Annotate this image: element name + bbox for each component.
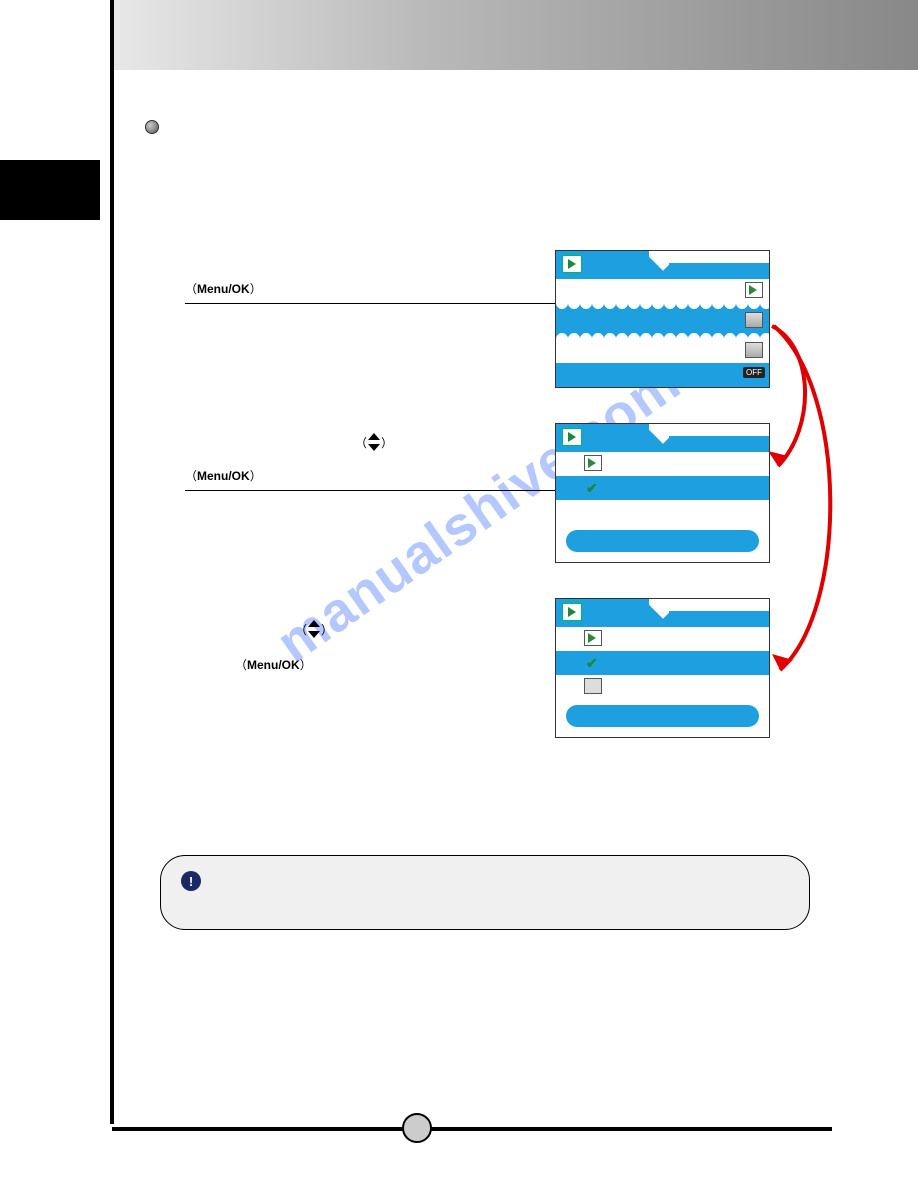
check-icon: ✔ xyxy=(586,655,598,672)
footer-rule xyxy=(112,1127,832,1131)
lock-icon xyxy=(584,678,602,694)
slideshow-icon xyxy=(584,630,602,646)
margin-rule xyxy=(110,0,114,1124)
screen-3: ✔ xyxy=(555,598,770,738)
slideshow-icon xyxy=(745,282,763,298)
arrow-1-to-3-icon xyxy=(768,320,846,683)
menu-ok-label: Menu/OK xyxy=(247,658,300,672)
chapter-tab xyxy=(0,160,100,220)
menu-ok-label: Menu/OK xyxy=(197,469,250,483)
up-down-arrow-icon xyxy=(307,620,321,638)
info-icon: ! xyxy=(181,871,201,891)
slideshow-icon xyxy=(584,455,602,471)
note-box: ! xyxy=(160,855,810,930)
play-tab-icon xyxy=(562,428,582,446)
highlight-pill xyxy=(566,530,759,552)
step-1: （Menu/OK） xyxy=(185,280,575,304)
section-bullet-icon xyxy=(145,120,159,134)
steps-column: （Menu/OK） （ ） （Menu/OK） （ ） xyxy=(185,280,575,798)
header-gradient xyxy=(110,0,918,70)
manual-page: manualshive.com （Menu/OK） （ ） （Menu/OK） … xyxy=(0,0,918,1188)
play-tab-icon xyxy=(562,255,582,273)
screen-2: ✔ xyxy=(555,423,770,563)
menu-ok-label: Menu/OK xyxy=(197,282,250,296)
up-down-arrow-icon xyxy=(367,433,381,451)
page-number-circle xyxy=(402,1113,432,1143)
step-3: （ ） （Menu/OK） xyxy=(185,616,575,673)
step-2: （ ） （Menu/OK） xyxy=(185,429,575,491)
highlight-pill xyxy=(566,705,759,727)
screens-column: OFF ✔ ✔ xyxy=(555,250,770,773)
play-tab-icon xyxy=(562,603,582,621)
screen-1: OFF xyxy=(555,250,770,388)
check-icon: ✔ xyxy=(586,480,598,497)
